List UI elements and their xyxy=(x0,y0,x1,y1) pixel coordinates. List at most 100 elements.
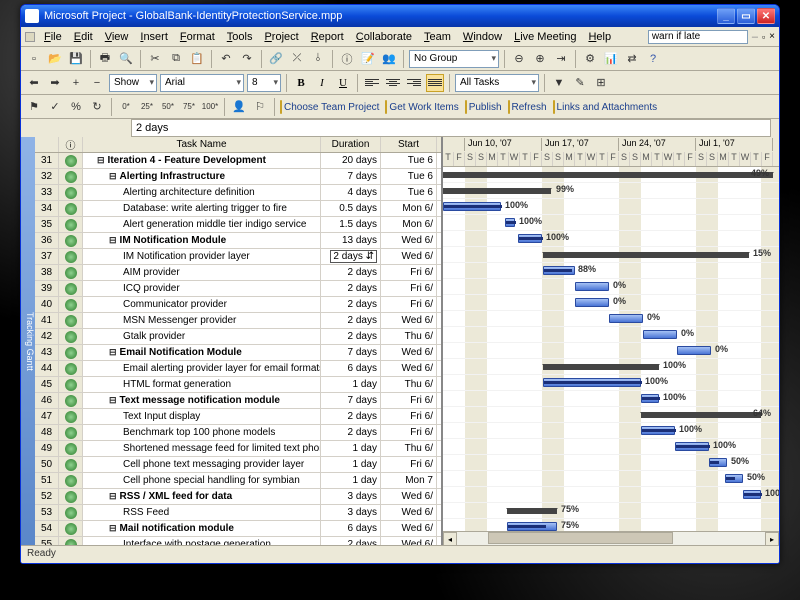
p75-icon[interactable]: 75* xyxy=(180,98,198,116)
align-left-button[interactable] xyxy=(363,74,381,92)
task-name-cell[interactable]: Shortened message feed for limited text … xyxy=(83,441,321,456)
summary-bar[interactable] xyxy=(641,412,761,418)
goto-icon[interactable]: ⇥ xyxy=(552,50,570,68)
scroll-right-icon[interactable]: ▸ xyxy=(765,532,779,545)
link-icon[interactable]: 🔗 xyxy=(267,50,285,68)
task-bar[interactable] xyxy=(643,330,677,339)
duration-cell[interactable]: 2 days xyxy=(321,281,381,296)
task-bar[interactable] xyxy=(575,298,609,307)
restore-icon[interactable]: ▫ xyxy=(762,32,765,42)
duration-cell[interactable]: 2 days xyxy=(321,313,381,328)
menu-project[interactable]: Project xyxy=(258,30,304,44)
duration-cell[interactable]: 6 days xyxy=(321,521,381,536)
row-id[interactable]: 34 xyxy=(35,201,59,216)
task-name-cell[interactable]: ICQ provider xyxy=(83,281,321,296)
row-id[interactable]: 36 xyxy=(35,233,59,248)
start-cell[interactable]: Fri 6/ xyxy=(381,409,437,424)
task-bar[interactable] xyxy=(609,314,643,323)
start-cell[interactable]: Mon 7 xyxy=(381,473,437,488)
align-center-button[interactable] xyxy=(384,74,402,92)
row-id[interactable]: 35 xyxy=(35,217,59,232)
start-cell[interactable]: Thu 6/ xyxy=(381,377,437,392)
task-name-cell[interactable]: ⊟IM Notification Module xyxy=(83,233,321,248)
task-name-cell[interactable]: Cell phone special handling for symbian xyxy=(83,473,321,488)
duration-cell[interactable]: 7 days xyxy=(321,393,381,408)
row-id[interactable]: 39 xyxy=(35,281,59,296)
task-name-cell[interactable]: ⊟RSS / XML feed for data xyxy=(83,489,321,504)
save-icon[interactable]: 💾 xyxy=(67,50,85,68)
task-row[interactable]: 46 ⊟Text message notification module 7 d… xyxy=(35,393,441,409)
task-row[interactable]: 43 ⊟Email Notification Module 7 days Wed… xyxy=(35,345,441,361)
task-row[interactable]: 40 Communicator provider 2 days Fri 6/ xyxy=(35,297,441,313)
task-row[interactable]: 35 Alert generation middle tier indigo s… xyxy=(35,217,441,233)
task-row[interactable]: 36 ⊟IM Notification Module 13 days Wed 6… xyxy=(35,233,441,249)
align-right-button[interactable] xyxy=(405,74,423,92)
row-id[interactable]: 52 xyxy=(35,489,59,504)
open-icon[interactable]: 📂 xyxy=(46,50,64,68)
check-icon[interactable]: ✓ xyxy=(46,98,64,116)
col-duration[interactable]: Duration xyxy=(321,137,381,152)
duration-cell[interactable]: 1 day xyxy=(321,441,381,456)
task-row[interactable]: 52 ⊟RSS / XML feed for data 3 days Wed 6… xyxy=(35,489,441,505)
task-row[interactable]: 53 RSS Feed 3 days Wed 6/ xyxy=(35,505,441,521)
percent-icon[interactable]: % xyxy=(67,98,85,116)
task-name-cell[interactable]: ⊟Email Notification Module xyxy=(83,345,321,360)
row-id[interactable]: 44 xyxy=(35,361,59,376)
p100-icon[interactable]: 100* xyxy=(201,98,219,116)
menu-insert[interactable]: Insert xyxy=(134,30,174,44)
assign-icon[interactable]: 👥 xyxy=(380,50,398,68)
start-cell[interactable]: Thu 6/ xyxy=(381,441,437,456)
duration-cell[interactable]: 7 days xyxy=(321,169,381,184)
paste-icon[interactable]: 📋 xyxy=(188,50,206,68)
summary-bar[interactable] xyxy=(543,364,659,370)
note-icon[interactable]: 📝 xyxy=(359,50,377,68)
p0-icon[interactable]: 0* xyxy=(117,98,135,116)
task-name-cell[interactable]: AIM provider xyxy=(83,265,321,280)
task-name-cell[interactable]: IM Notification provider layer xyxy=(83,249,321,264)
duration-cell[interactable]: 2 days xyxy=(321,265,381,280)
close-doc-icon[interactable]: × xyxy=(769,31,775,42)
filter-combo[interactable]: All Tasks xyxy=(455,74,539,92)
control-box-icon[interactable] xyxy=(25,32,35,42)
task-bar[interactable] xyxy=(675,442,709,451)
col-start[interactable]: Start xyxy=(381,137,437,152)
task-name-cell[interactable]: Text Input display xyxy=(83,409,321,424)
col-taskname[interactable]: Task Name xyxy=(83,137,321,152)
bold-button[interactable]: B xyxy=(292,74,310,92)
row-id[interactable]: 43 xyxy=(35,345,59,360)
wizard-icon[interactable]: ⚙ xyxy=(581,50,599,68)
publish-button[interactable]: Publish xyxy=(467,102,504,113)
duration-cell[interactable]: 1 day xyxy=(321,377,381,392)
task-row[interactable]: 47 Text Input display 2 days Fri 6/ xyxy=(35,409,441,425)
start-cell[interactable]: Tue 6 xyxy=(381,169,437,184)
task-row[interactable]: 42 Gtalk provider 2 days Thu 6/ xyxy=(35,329,441,345)
split-icon[interactable]: ⫰ xyxy=(309,50,327,68)
choose-team-project-button[interactable]: Choose Team Project xyxy=(282,102,381,113)
task-name-cell[interactable]: ⊟Mail notification module xyxy=(83,521,321,536)
start-cell[interactable]: Fri 6/ xyxy=(381,425,437,440)
p50-icon[interactable]: 50* xyxy=(159,98,177,116)
duration-cell[interactable]: 2 days xyxy=(321,297,381,312)
task-row[interactable]: 38 AIM provider 2 days Fri 6/ xyxy=(35,265,441,281)
start-cell[interactable]: Wed 6/ xyxy=(381,313,437,328)
minimize-button[interactable]: _ xyxy=(717,8,735,24)
gantt-chart[interactable]: Jun 10, '07Jun 17, '07Jun 24, '07Jul 1, … xyxy=(443,137,779,545)
row-id[interactable]: 40 xyxy=(35,297,59,312)
task-name-cell[interactable]: Cell phone text messaging provider layer xyxy=(83,457,321,472)
col-indicator[interactable]: ⓘ xyxy=(59,137,83,152)
task-bar[interactable] xyxy=(709,458,727,467)
preview-icon[interactable]: 🔍 xyxy=(117,50,135,68)
task-bar[interactable] xyxy=(641,394,659,403)
font-combo[interactable]: Arial xyxy=(160,74,244,92)
duration-cell[interactable]: 3 days xyxy=(321,489,381,504)
indent-icon[interactable]: ➡ xyxy=(46,74,64,92)
start-cell[interactable]: Tue 6 xyxy=(381,185,437,200)
start-cell[interactable]: Wed 6/ xyxy=(381,345,437,360)
row-id[interactable]: 54 xyxy=(35,521,59,536)
duration-cell[interactable]: 0.5 days xyxy=(321,201,381,216)
chart-icon[interactable]: 📊 xyxy=(602,50,620,68)
cut-icon[interactable]: ✂ xyxy=(146,50,164,68)
menu-livemeeting[interactable]: Live Meeting xyxy=(508,30,582,44)
insert-icon[interactable]: ⊞ xyxy=(592,74,610,92)
copy-icon[interactable]: ⧉ xyxy=(167,50,185,68)
